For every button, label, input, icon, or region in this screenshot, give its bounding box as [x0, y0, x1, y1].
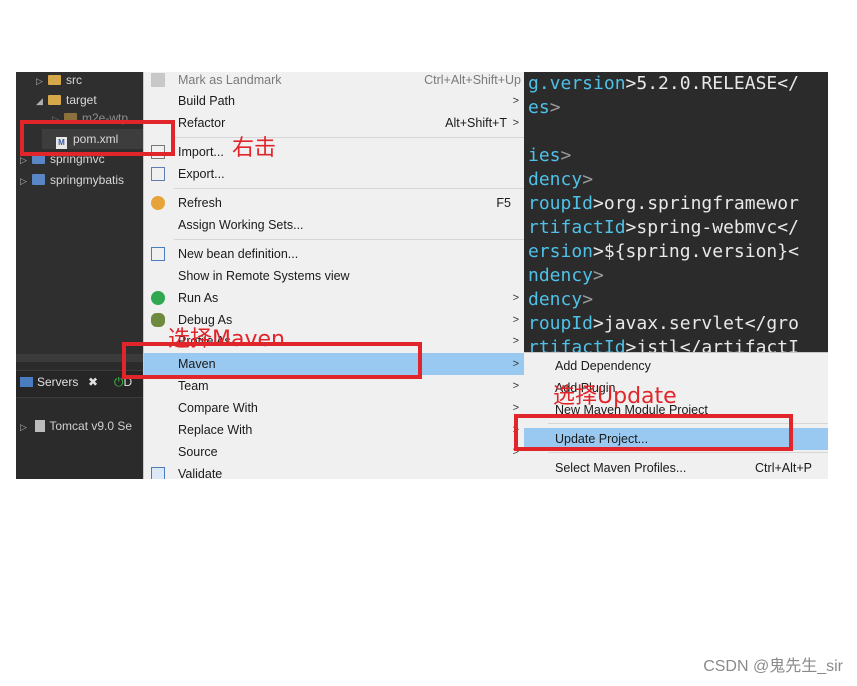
code-line: roupId>javax.servlet</gro [528, 313, 799, 334]
code-line: dency> [528, 289, 594, 310]
tomcat-server-icon [35, 420, 46, 432]
annotation-right-click: 右击 [232, 136, 277, 161]
project-icon [32, 174, 45, 185]
menu-separator [174, 137, 524, 138]
menu-item-add-dependency[interactable]: Add Dependency [524, 355, 828, 377]
tree-item-label: src [66, 73, 82, 87]
annotation-box-pom-xml [20, 120, 175, 156]
code-line: roupId>org.springframewor [528, 193, 799, 214]
menu-item-compare-with[interactable]: Compare With > [144, 397, 525, 419]
annotation-box-update [514, 414, 793, 451]
tree-item-label: springmybatis [50, 173, 125, 187]
close-tab-icon[interactable]: ✖ [88, 375, 98, 389]
csdn-watermark: CSDN @鬼先生_sir [703, 658, 843, 675]
submenu-arrow-icon: > [512, 358, 519, 370]
menu-item-refactor[interactable]: Refactor Alt+Shift+T > [144, 112, 525, 134]
tree-item-src[interactable]: ▷ src [36, 72, 82, 90]
context-menu: Mark as Landmark Ctrl+Alt+Shift+Up Build… [143, 72, 525, 479]
menu-item-source[interactable]: Source > [144, 441, 525, 463]
submenu-arrow-icon: > [512, 95, 519, 107]
landmark-icon [151, 73, 165, 87]
server-row-tomcat[interactable]: ▷ Tomcat v9.0 Se [16, 416, 144, 436]
code-line: ersion>${spring.version}< [528, 241, 799, 262]
run-icon [151, 291, 165, 305]
debug-bug-icon [151, 313, 165, 327]
tree-item-target[interactable]: ◢ target [36, 90, 97, 110]
code-line: ies> [528, 145, 572, 166]
code-line: dency> [528, 169, 594, 190]
expand-arrow-icon[interactable]: ▷ [20, 417, 30, 437]
servers-icon [20, 377, 33, 387]
menu-item-select-maven-profiles[interactable]: Select Maven Profiles... Ctrl+Alt+P [524, 457, 828, 479]
submenu-arrow-icon: > [512, 314, 519, 326]
annotation-choose-update: 选择Update [553, 384, 677, 409]
submenu-arrow-icon: > [512, 292, 519, 304]
project-explorer: ▷ src ◢ target ▷ m2e-wtp Mpom.xml ▷ springmv… [16, 72, 144, 354]
code-line: es> [528, 97, 561, 118]
menu-item-import[interactable]: Import... [144, 141, 525, 163]
code-line: ndency> [528, 265, 604, 286]
submenu-arrow-icon: > [512, 380, 519, 392]
tree-item-springmybatis[interactable]: ▷ springmybatis [20, 170, 124, 190]
menu-item-build-path[interactable]: Build Path > [144, 90, 525, 112]
checkbox-checked-icon [151, 467, 165, 479]
menu-separator [174, 239, 524, 240]
tree-item-label: target [66, 93, 97, 107]
submenu-arrow-icon: > [512, 117, 519, 129]
menu-item-export[interactable]: Export... [144, 163, 525, 185]
menu-item-run-as[interactable]: Run As > [144, 287, 525, 309]
menu-item-replace-with[interactable]: Replace With > [144, 419, 525, 441]
export-icon [151, 167, 165, 181]
menu-item-mark-as-landmark[interactable]: Mark as Landmark Ctrl+Alt+Shift+Up [144, 72, 525, 91]
expand-arrow-icon[interactable]: ▷ [36, 72, 46, 91]
open-folder-icon [48, 95, 61, 105]
menu-item-assign-working-sets[interactable]: Assign Working Sets... [144, 214, 525, 236]
menu-separator [548, 452, 828, 453]
bean-icon [151, 247, 165, 261]
submenu-arrow-icon: > [512, 335, 519, 347]
folder-icon [48, 75, 61, 85]
expand-arrow-icon[interactable]: ▷ [20, 171, 30, 191]
tab-servers[interactable]: Servers [20, 375, 78, 389]
menu-item-refresh[interactable]: Refresh F5 [144, 192, 525, 214]
collapse-arrow-icon[interactable]: ◢ [36, 91, 46, 111]
menu-separator [174, 188, 524, 189]
code-line: g.version>5.2.0.RELEASE</ [528, 73, 799, 94]
pom-xml-editor: g.version>5.2.0.RELEASE</ es> ies> dency… [524, 72, 828, 354]
code-line: rtifactId>spring-webmvc</ [528, 217, 799, 238]
menu-item-validate[interactable]: Validate [144, 463, 525, 479]
refresh-icon [151, 196, 165, 210]
menu-item-new-bean-definition[interactable]: New bean definition... [144, 243, 525, 265]
annotation-choose-maven: 选择Maven [168, 327, 285, 352]
menu-item-show-in-remote-systems[interactable]: Show in Remote Systems view [144, 265, 525, 287]
